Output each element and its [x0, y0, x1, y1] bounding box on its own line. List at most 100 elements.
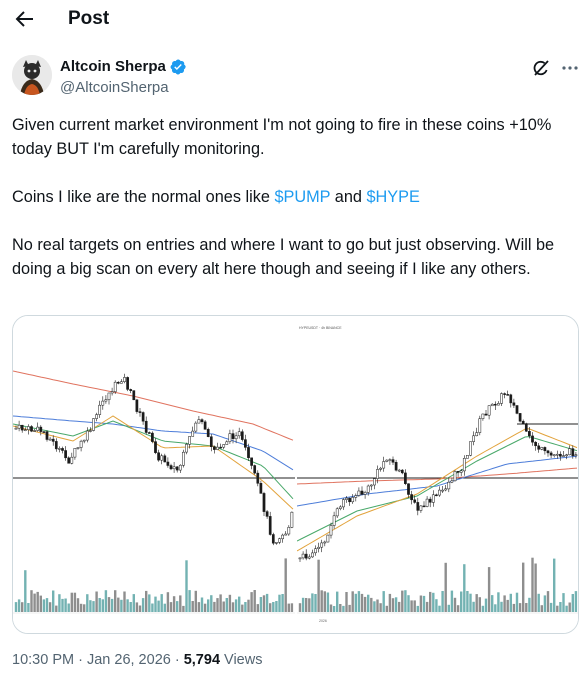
volume-bar [509, 593, 512, 612]
avatar[interactable] [12, 55, 52, 95]
candle-body [342, 499, 345, 508]
volume-bar [278, 594, 281, 612]
candle-body [244, 439, 247, 448]
cashtag-link-pump[interactable]: $PUMP [274, 188, 330, 206]
volume-bar [197, 602, 201, 612]
candle-body [456, 471, 460, 473]
candle-body [36, 426, 40, 431]
candle-body [120, 381, 123, 384]
candle-body [450, 480, 454, 483]
candle-body [394, 462, 398, 471]
candle-body [369, 484, 373, 487]
candle-body [472, 435, 475, 442]
volume-bar [284, 558, 287, 612]
volume-bar [160, 594, 163, 612]
candle-body [104, 399, 108, 402]
volume-bar [487, 567, 491, 612]
volume-bar [416, 605, 419, 612]
volume-bar [419, 595, 423, 612]
cashtag-link-hype[interactable]: $HYPE [366, 188, 419, 206]
chart-image-right[interactable]: HYPEUSDT · 4h BINANCE 2026 [297, 316, 578, 633]
media-attachment[interactable]: HYPEUSDT · 4h BINANCE 2026 [12, 315, 579, 634]
volume-bar [287, 603, 290, 612]
candle-body [540, 447, 544, 450]
volume-bar [58, 594, 61, 612]
candle-body [512, 402, 516, 406]
candle-body [435, 494, 438, 497]
author-handle[interactable]: @AltcoinSherpa [60, 78, 169, 98]
candle-body [363, 492, 367, 495]
candle-body [228, 433, 232, 442]
candle-body [79, 440, 83, 448]
volume-bar [238, 596, 241, 612]
volume-bar [33, 593, 36, 612]
volume-bar [185, 560, 188, 612]
volume-bar [360, 593, 364, 612]
arrow-left-icon[interactable] [12, 6, 36, 32]
tweet-paragraph-1: Given current market environment I'm not… [12, 116, 552, 158]
volume-bar [191, 601, 194, 612]
volume-bar [39, 595, 42, 612]
author-name[interactable]: Altcoin Sherpa [60, 57, 166, 77]
candle-body [262, 493, 266, 512]
grok-icon[interactable] [531, 58, 551, 78]
volume-bar [148, 594, 151, 612]
candle-body [123, 377, 126, 382]
volume-bar [182, 605, 185, 612]
candle-body [484, 413, 488, 416]
volume-bar [528, 597, 531, 612]
candle-body [506, 394, 510, 396]
volume-bar [225, 598, 228, 612]
candle-body [568, 448, 572, 456]
candle-body [151, 432, 154, 442]
volume-bar [398, 601, 401, 612]
volume-bar [126, 599, 129, 612]
verified-badge-icon[interactable] [169, 58, 187, 76]
tweet-text-segment: Coins I like are the normal ones like [12, 188, 275, 206]
candle-body [33, 430, 36, 432]
post-time[interactable]: 10:30 PM [12, 652, 74, 668]
volume-bar [216, 598, 219, 612]
volume-bar [269, 603, 272, 612]
candle-body [311, 552, 314, 558]
volume-bar [534, 563, 537, 612]
candle-body [531, 435, 534, 443]
candle-body [425, 498, 429, 507]
chart-image-left[interactable] [13, 316, 295, 633]
candle-body [240, 431, 244, 440]
candle-body [157, 452, 160, 461]
volume-bar [326, 592, 330, 612]
volume-bar [456, 605, 460, 612]
volume-bar [52, 590, 55, 612]
post-date[interactable]: Jan 26, 2026 [87, 652, 171, 668]
volume-bar [14, 602, 18, 612]
volume-bar [272, 602, 275, 612]
candle-body [141, 412, 145, 422]
volume-bar [323, 591, 326, 612]
tweet-paragraph-2: Coins I like are the normal ones like $P… [12, 185, 572, 209]
header-bar: Post [0, 0, 587, 38]
candle-body [231, 433, 235, 439]
volume-bar [469, 593, 472, 612]
volume-bar [101, 599, 104, 612]
volume-bar [104, 590, 108, 612]
candle-body [329, 525, 333, 536]
candle-body [70, 456, 74, 464]
volume-bar [342, 605, 345, 612]
candle-body [138, 411, 142, 413]
volume-bar [110, 598, 114, 612]
more-options-icon[interactable] [560, 58, 580, 78]
post-meta: 10:30 PM · Jan 26, 2026 · 5,794 Views [12, 650, 262, 670]
volume-bar [308, 598, 311, 612]
candle-body [537, 445, 541, 450]
candle-body [481, 413, 485, 419]
candle-body [290, 511, 294, 528]
candle-body [413, 499, 417, 503]
volume-bar [157, 600, 160, 612]
candle-body [431, 494, 435, 503]
candle-body [107, 392, 111, 400]
volume-bar [27, 603, 30, 612]
candle-body [206, 429, 210, 437]
volume-bar [404, 590, 407, 612]
volume-bar [370, 597, 373, 612]
